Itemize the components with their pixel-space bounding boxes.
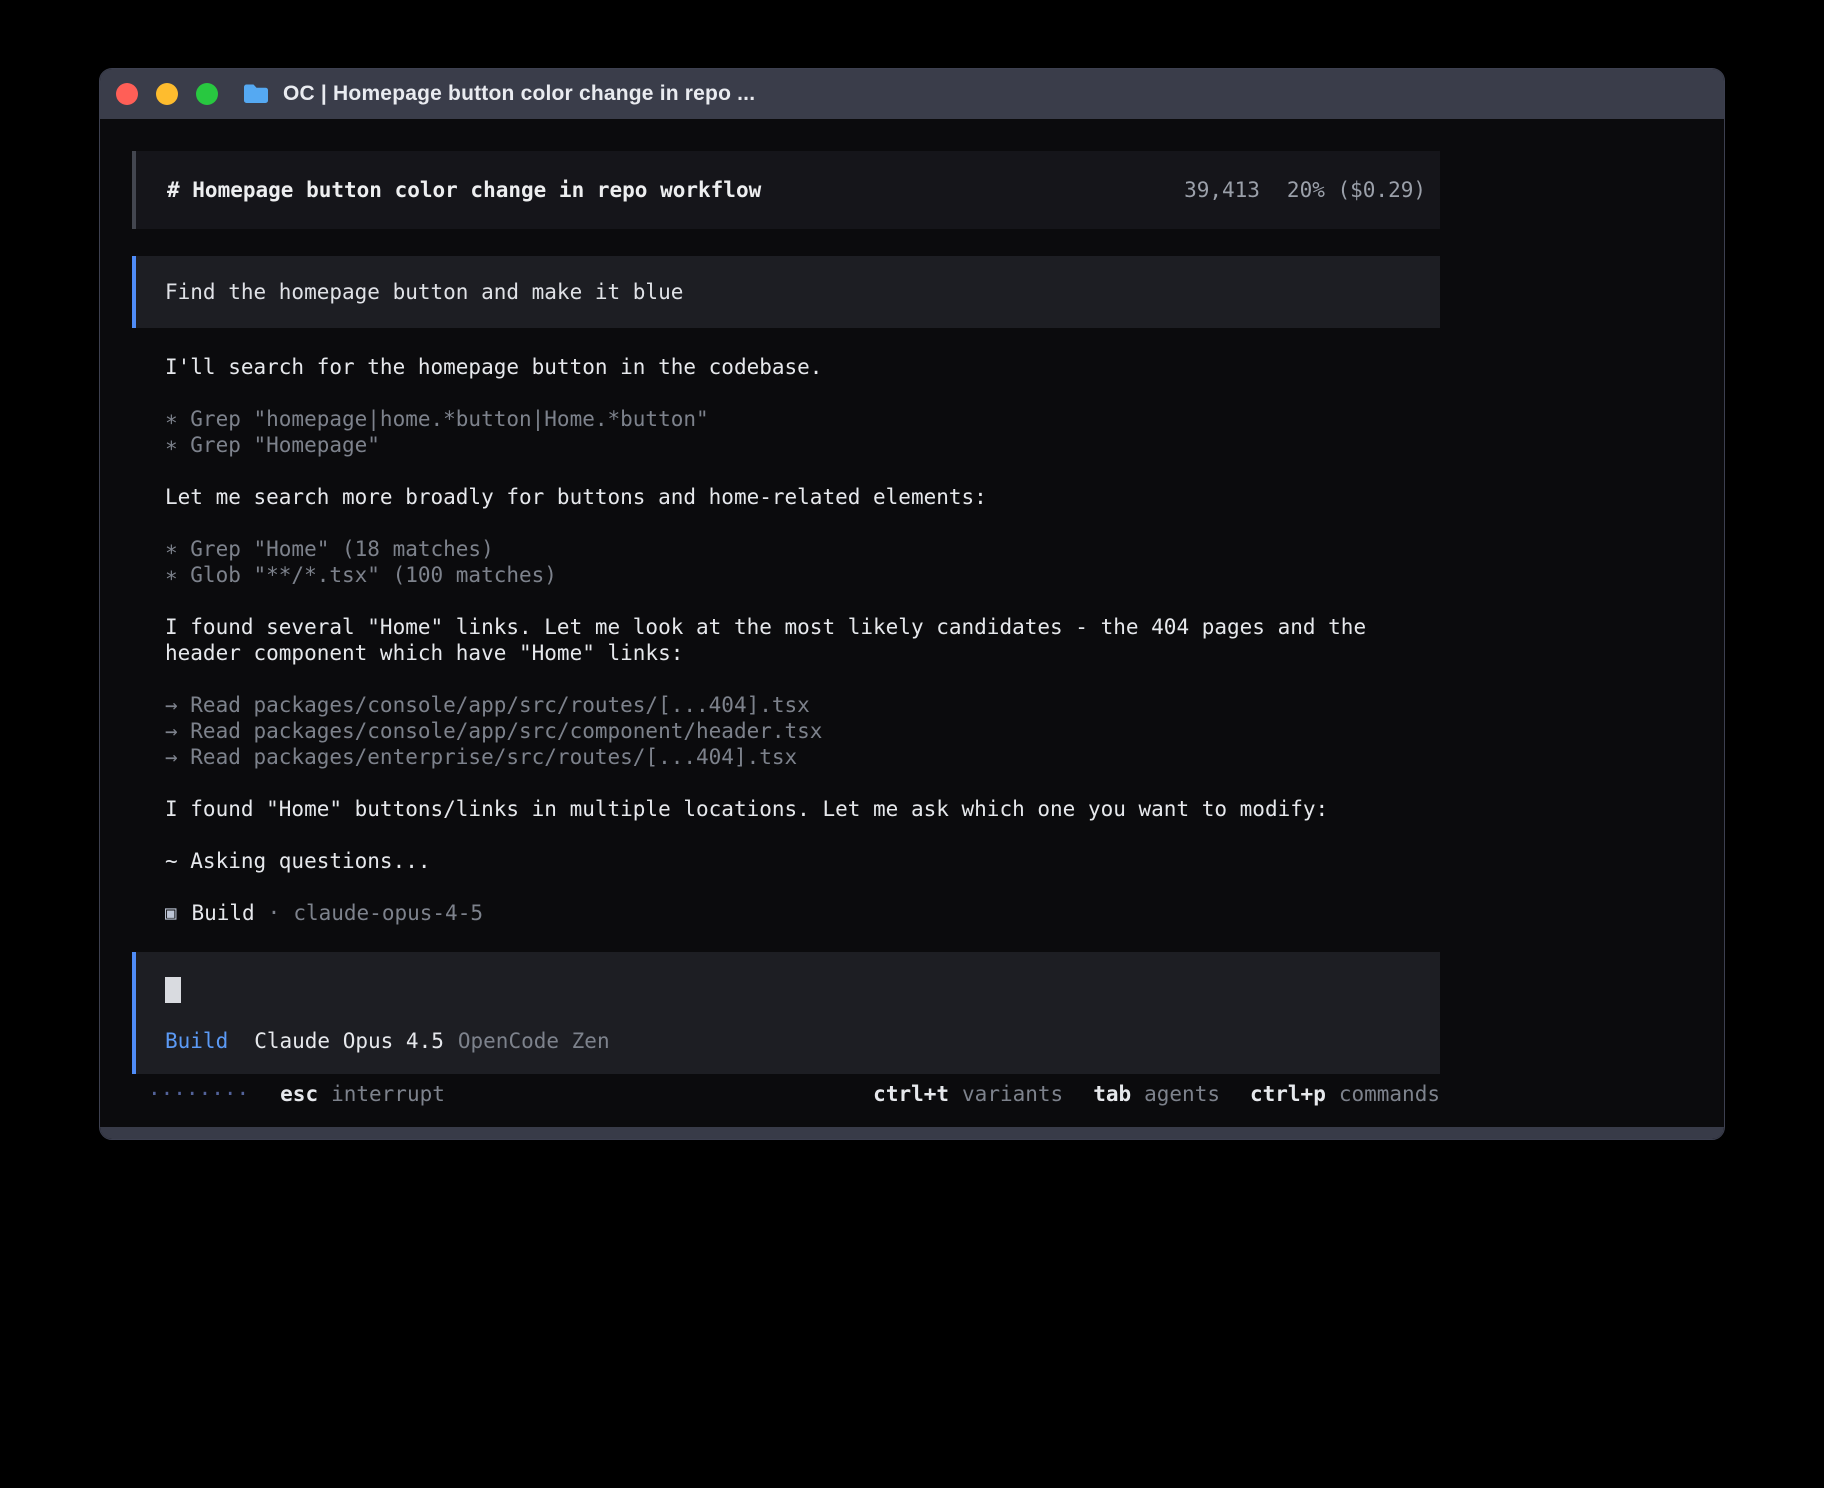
assistant-text-block: I'll search for the homepage button in t… (132, 354, 1440, 380)
zoom-button[interactable] (196, 83, 218, 105)
prompt-meta-row: Build Claude Opus 4.5 OpenCode Zen (165, 1029, 1440, 1053)
assistant-text-line: ~ Asking questions... (165, 848, 1440, 874)
assistant-text-block: ~ Asking questions... (132, 848, 1440, 874)
close-button[interactable] (116, 83, 138, 105)
shortcut-label: variants (962, 1082, 1063, 1106)
assistant-text-line: I'll search for the homepage button in t… (165, 354, 1440, 380)
session-stats: 39,413 20% ($0.29) (1184, 178, 1426, 202)
tool-call-line: ∗ Grep "homepage|home.*button|Home.*butt… (165, 406, 1440, 432)
prompt-input[interactable]: Build Claude Opus 4.5 OpenCode Zen (132, 952, 1440, 1074)
spinner-dots-icon: ········ (132, 1082, 249, 1106)
user-message: Find the homepage button and make it blu… (132, 256, 1440, 328)
folder-icon (242, 83, 270, 105)
agent-icon: ▣ (165, 902, 176, 924)
tool-call-block: → Read packages/console/app/src/routes/[… (132, 692, 1440, 770)
assistant-text-line: I found "Home" buttons/links in multiple… (165, 796, 1440, 822)
agent-model: claude-opus-4-5 (293, 901, 483, 925)
prompt-model-label: Claude Opus 4.5 (254, 1029, 444, 1053)
tool-call-block: ∗ Grep "Home" (18 matches)∗ Glob "**/*.t… (132, 536, 1440, 588)
prompt-provider-label: OpenCode Zen (458, 1029, 610, 1053)
assistant-text-block: I found "Home" buttons/links in multiple… (132, 796, 1440, 822)
tool-call-line: ∗ Grep "Homepage" (165, 432, 1440, 458)
shortcut-key: ctrl+t (873, 1082, 949, 1106)
assistant-text-block: I found several "Home" links. Let me loo… (132, 614, 1440, 666)
interrupt-label: interrupt (331, 1082, 445, 1106)
footer-shortcut: ctrl+p commands (1250, 1082, 1440, 1106)
session-title: # Homepage button color change in repo w… (167, 178, 761, 202)
prompt-agent-label: Build (165, 1029, 228, 1053)
assistant-text-line: Let me search more broadly for buttons a… (165, 484, 1440, 510)
assistant-text-block: Let me search more broadly for buttons a… (132, 484, 1440, 510)
shortcut-key: tab (1093, 1082, 1131, 1106)
shortcut-label: agents (1144, 1082, 1220, 1106)
statusbar: ········ esc interrupt ctrl+t variants tab… (132, 1081, 1440, 1107)
footer-shortcut: tab agents (1093, 1082, 1220, 1106)
footer-shortcut: ctrl+t variants (873, 1082, 1063, 1106)
window-title: OC | Homepage button color change in rep… (283, 82, 755, 106)
tool-call-block: ∗ Grep "homepage|home.*button|Home.*butt… (132, 406, 1440, 458)
tool-call-line: → Read packages/console/app/src/routes/[… (165, 692, 1440, 718)
shortcut-label: commands (1339, 1082, 1440, 1106)
terminal-content: # Homepage button color change in repo w… (100, 119, 1724, 1127)
tool-call-line: ∗ Glob "**/*.tsx" (100 matches) (165, 562, 1440, 588)
separator-dot-icon: · (268, 901, 281, 925)
traffic-lights (116, 83, 218, 105)
terminal-window: OC | Homepage button color change in rep… (99, 68, 1725, 1140)
user-message-text: Find the homepage button and make it blu… (165, 280, 683, 304)
agent-name: Build (191, 901, 254, 925)
tool-call-line: → Read packages/console/app/src/componen… (165, 718, 1440, 744)
footer-shortcuts: ctrl+t variants tab agents ctrl+p commands (873, 1082, 1440, 1106)
token-count: 39,413 (1184, 178, 1260, 202)
titlebar[interactable]: OC | Homepage button color change in rep… (100, 69, 1724, 119)
assistant-text-line: I found several "Home" links. Let me loo… (165, 614, 1440, 640)
tool-call-line: → Read packages/enterprise/src/routes/[.… (165, 744, 1440, 770)
tool-call-line: ∗ Grep "Home" (18 matches) (165, 536, 1440, 562)
text-cursor-icon (165, 977, 181, 1003)
window-bottom-edge (100, 1127, 1724, 1139)
context-usage: 20% ($0.29) (1287, 178, 1426, 202)
minimize-button[interactable] (156, 83, 178, 105)
agent-status: ▣ Build · claude-opus-4-5 (132, 900, 1724, 926)
assistant-text-line: header component which have "Home" links… (165, 640, 1440, 666)
session-header: # Homepage button color change in repo w… (132, 151, 1440, 229)
shortcut-key: ctrl+p (1250, 1082, 1326, 1106)
interrupt-key: esc (280, 1082, 318, 1106)
conversation: I'll search for the homepage button in t… (132, 354, 1440, 874)
